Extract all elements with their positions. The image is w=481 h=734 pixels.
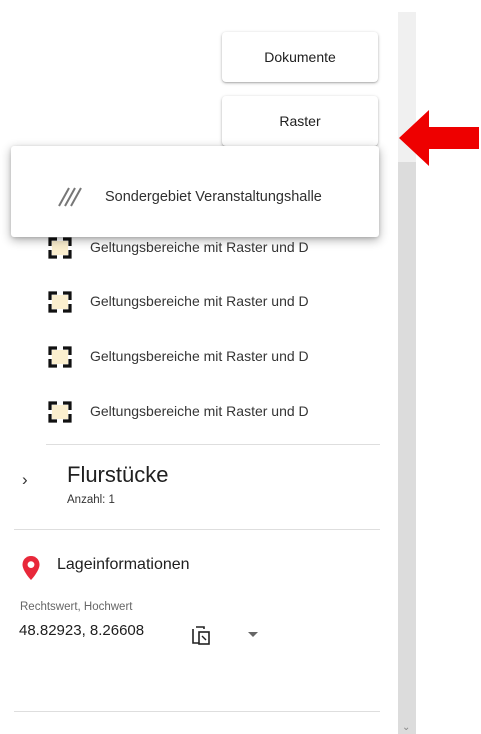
layer-item[interactable]: Geltungsbereiche mit Raster und D — [48, 290, 398, 314]
dokumente-button[interactable]: Dokumente — [222, 32, 378, 82]
flurstuecke-count: Anzahl: 1 — [67, 494, 115, 506]
boundary-icon — [48, 237, 72, 259]
layer-item[interactable]: Geltungsbereiche mit Raster und D — [48, 236, 398, 260]
caret-down-icon[interactable] — [248, 632, 258, 637]
location-pin-icon — [22, 556, 40, 580]
scroll-down-icon[interactable]: ⌄ — [402, 722, 410, 733]
chevron-right-icon[interactable]: › — [22, 470, 28, 490]
side-panel: Dokumente Raster Geltungsbereiche mit Ra… — [0, 0, 398, 734]
layer-label: Geltungsbereiche mit Raster und D — [90, 293, 309, 309]
layer-item[interactable]: Geltungsbereiche mit Raster und D — [48, 400, 398, 424]
boundary-icon — [48, 346, 72, 368]
popup-label: Sondergebiet Veranstaltungshalle — [105, 189, 322, 205]
coordinate-label: Rechtswert, Hochwert — [20, 601, 133, 613]
divider — [14, 529, 380, 530]
layer-label: Geltungsbereiche mit Raster und D — [90, 348, 309, 364]
boundary-icon — [48, 291, 72, 313]
divider — [46, 444, 380, 445]
layer-label: Geltungsbereiche mit Raster und D — [90, 403, 309, 419]
lage-title: Lageinformationen — [57, 556, 190, 573]
raster-button[interactable]: Raster — [222, 96, 378, 146]
boundary-icon — [48, 401, 72, 423]
highlight-arrow-icon — [399, 110, 479, 166]
copy-icon[interactable] — [190, 624, 212, 646]
layer-label: Geltungsbereiche mit Raster und D — [90, 239, 309, 255]
raster-button-label: Raster — [279, 113, 321, 129]
hatch-pattern-icon — [58, 187, 82, 207]
dokumente-button-label: Dokumente — [264, 49, 336, 65]
legend-popup: Sondergebiet Veranstaltungshalle — [11, 146, 379, 237]
coordinate-value: 48.82923, 8.26608 — [19, 622, 145, 639]
layer-item[interactable]: Geltungsbereiche mit Raster und D — [48, 345, 398, 369]
flurstuecke-title[interactable]: Flurstücke — [67, 462, 168, 488]
divider — [14, 711, 380, 712]
